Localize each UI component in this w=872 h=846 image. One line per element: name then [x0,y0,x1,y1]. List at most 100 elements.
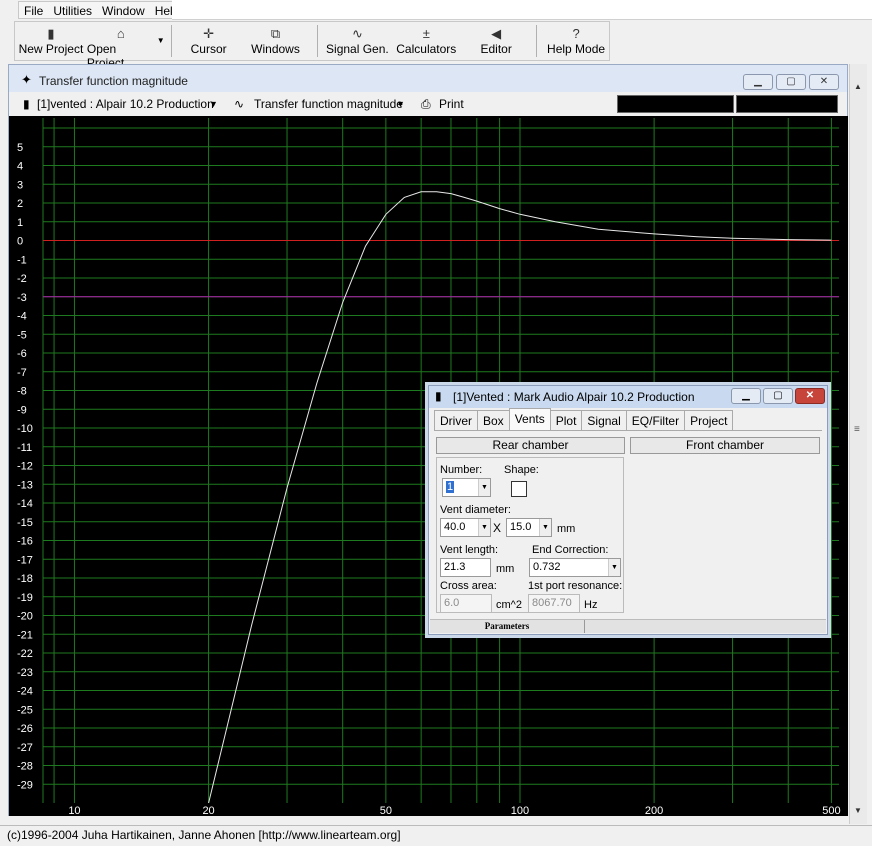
frequency-unit: Hz [584,599,598,611]
tab-project[interactable]: Project [684,410,734,430]
tab-driver[interactable]: Driver [434,410,478,430]
main-toolbar: ▮ New Project ⌂ Open Project ▼ ✛ Cursor … [14,21,610,70]
window-titlebar[interactable]: ✦ Transfer function magnitude ▁ ▢ ✕ [8,64,848,92]
y-tick-label: -6 [17,348,27,360]
length-unit: mm [496,563,515,575]
menu-bar: File Utilities Window Help [0,0,872,20]
tab-signal[interactable]: Signal [581,410,627,430]
dialog-statusbar: Parameters [430,619,826,633]
project-select[interactable]: [1]vented : Alpair 10.2 Production [37,97,214,111]
signal-gen-label: Signal Gen. [326,42,389,56]
dialog-minimize-button[interactable]: ▁ [731,388,761,404]
calculator-icon: ± [422,26,430,41]
vent-diameter-2-select[interactable]: 15.0 ▼ [506,518,552,537]
vent-length-label: Vent length: [440,544,499,556]
y-tick-label: -14 [17,498,33,510]
dimension-separator: X [493,521,502,535]
new-project-button[interactable]: ▮ New Project [15,22,87,60]
x-tick-label: 200 [645,805,663,816]
open-project-dropdown-icon[interactable]: ▼ [157,22,165,60]
menu-window[interactable]: Window [97,2,150,18]
view-select[interactable]: Transfer function magnitude [254,97,403,111]
chevron-down-icon[interactable]: ▼ [396,99,405,109]
vertical-scrollbar[interactable]: ▲ ≡ ▼ [849,64,867,824]
chevron-down-icon[interactable]: ▼ [478,479,490,496]
y-tick-label: 2 [17,198,23,210]
menu-bar-filler [172,0,872,20]
vent-diameter-2-value: 15.0 [510,521,532,533]
parameters-panel: Parameters [430,620,585,633]
toolbar-separator [536,25,538,57]
port-resonance-value: 8067.70 [532,597,572,609]
shape-label: Shape: [504,464,539,476]
dialog-maximize-button[interactable]: ▢ [763,388,793,404]
menu-utilities[interactable]: Utilities [48,2,97,18]
y-tick-label: -28 [17,761,33,773]
windows-button[interactable]: ⧉ Windows [240,22,312,60]
port-resonance-label: 1st port resonance: [528,580,623,592]
calculators-label: Calculators [396,42,457,56]
y-tick-label: -13 [17,479,33,491]
dialog-tabs: Driver Box Vents Plot Signal EQ/Filter P… [434,408,734,430]
tab-divider [434,430,822,431]
x-tick-label: 500 [822,805,840,816]
print-button[interactable]: Print [439,97,464,111]
scroll-down-icon[interactable]: ▼ [854,806,862,815]
toolbar-separator [170,25,172,57]
shape-checkbox[interactable] [511,481,527,497]
vented-box-dialog: ▮ [1]Vented : Mark Audio Alpair 10.2 Pro… [428,385,828,635]
number-select[interactable]: 1 ▼ [442,478,491,497]
open-project-button[interactable]: ⌂ Open Project [87,22,155,70]
y-tick-label: -8 [17,386,27,398]
sine-wave-icon: ∿ [351,26,363,41]
scroll-up-icon[interactable]: ▲ [854,82,862,91]
port-resonance-field: 8067.70 [528,594,580,613]
y-tick-label: 5 [17,142,23,154]
chevron-down-icon[interactable]: ▼ [608,559,620,576]
tab-vents[interactable]: Vents [508,408,551,430]
tab-plot[interactable]: Plot [549,410,583,430]
copyright-text: (c)1996-2004 Juha Hartikainen, Janne Aho… [7,828,401,842]
end-correction-select[interactable]: 0.732 ▼ [529,558,621,577]
y-tick-label: -21 [17,629,33,641]
maximize-button[interactable]: ▢ [776,74,806,90]
readout-box [736,95,838,113]
y-tick-label: -2 [17,273,27,285]
close-button[interactable]: ✕ [809,74,839,90]
vent-diameter-1-select[interactable]: 40.0 ▼ [440,518,491,537]
dialog-close-button[interactable]: ✕ [795,388,825,404]
dialog-titlebar[interactable]: ▮ [1]Vented : Mark Audio Alpair 10.2 Pro… [429,386,827,408]
y-tick-label: -26 [17,723,33,735]
y-tick-label: -20 [17,611,33,623]
end-correction-label: End Correction: [532,544,609,556]
front-chamber-button[interactable]: Front chamber [630,437,820,454]
editor-button[interactable]: ◀ Editor [462,22,530,60]
minimize-button[interactable]: ▁ [743,74,773,90]
rear-chamber-button[interactable]: Rear chamber [436,437,625,454]
help-mode-button[interactable]: ? Help Mode [543,22,609,60]
calculators-button[interactable]: ± Calculators [390,22,462,60]
y-tick-label: -1 [17,254,27,266]
project-icon: ▮ [435,389,442,403]
chevron-down-icon[interactable]: ▼ [209,99,218,109]
project-icon: ▮ [23,97,30,111]
tab-eq-filter[interactable]: EQ/Filter [625,410,686,430]
cursor-icon: ✛ [203,26,215,41]
y-tick-label: -3 [17,292,27,304]
dialog-title: [1]Vented : Mark Audio Alpair 10.2 Produ… [453,390,695,404]
cursor-label: Cursor [190,42,227,56]
menu-file[interactable]: File [19,2,48,18]
chevron-down-icon[interactable]: ▼ [478,519,490,536]
chevron-down-icon[interactable]: ▼ [539,519,551,536]
tab-box[interactable]: Box [477,410,510,430]
y-tick-label: 3 [17,179,23,191]
cross-area-value: 6.0 [444,597,460,609]
scroll-grip-icon[interactable]: ≡ [854,424,860,435]
vent-length-input[interactable]: 21.3 [440,558,491,577]
graph-toolbar: ▮ [1]vented : Alpair 10.2 Production ▼ ∿… [8,92,848,116]
cursor-button[interactable]: ✛ Cursor [178,22,240,60]
dialog-controls: ▁ ▢ ✕ [731,388,825,404]
y-tick-label: -10 [17,423,33,435]
new-project-label: New Project [18,42,84,56]
signal-gen-button[interactable]: ∿ Signal Gen. [324,22,390,60]
